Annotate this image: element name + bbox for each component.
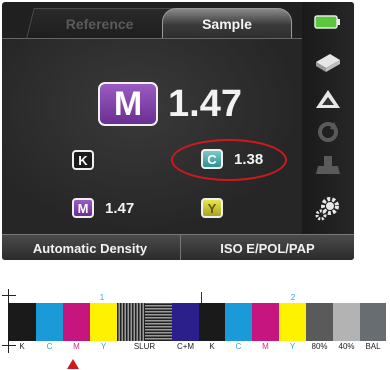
selected-patch-marker-icon (67, 359, 79, 369)
paper-tray-icon[interactable] (312, 48, 344, 76)
tab-reference-label: Reference (66, 15, 134, 32)
color-patch (90, 303, 117, 341)
color-patch (117, 303, 172, 341)
stamp-icon[interactable] (312, 152, 344, 180)
channel-k-badge[interactable]: K (72, 150, 94, 170)
color-patch (306, 303, 333, 341)
color-patch-label: K (19, 342, 25, 351)
channel-y-badge[interactable]: Y (201, 198, 223, 218)
measure-mode-button[interactable]: Automatic Density (2, 235, 178, 260)
color-patch-label: 40% (338, 342, 355, 351)
delta-icon[interactable] (312, 86, 344, 114)
color-patch-label: M (262, 342, 269, 351)
battery-icon (314, 15, 340, 29)
color-patch-label: C (235, 342, 242, 351)
color-patch (172, 303, 199, 341)
color-patch-label: Y (100, 342, 107, 351)
color-patch (8, 303, 36, 341)
color-patch-label: K (209, 342, 215, 351)
color-patch (36, 303, 63, 341)
sync-icon[interactable] (312, 118, 344, 146)
colorbar-index-label: 1 (99, 293, 105, 302)
color-patch (279, 303, 306, 341)
tab-sample[interactable]: Sample (162, 8, 292, 38)
channel-m-value: 1.47 (105, 200, 135, 217)
device-screen: Reference Sample M 1.47 K C 1.38 M 1.47 … (2, 2, 354, 260)
colorbar-index-label: 2 (290, 293, 296, 302)
color-patch (360, 303, 386, 341)
color-patch-label: C (46, 342, 53, 351)
color-patch (252, 303, 279, 341)
color-patch-label: 80% (311, 342, 328, 351)
channel-m-badge[interactable]: M (72, 198, 94, 218)
tab-bar: Reference Sample (2, 2, 302, 38)
color-bar (8, 303, 390, 341)
gear-icon[interactable] (312, 194, 344, 222)
color-patch-label: M (73, 342, 80, 351)
registration-mark-icon (2, 289, 16, 303)
standard-button[interactable]: ISO E/POL/PAP (180, 235, 354, 260)
color-patch (333, 303, 360, 341)
color-patch-label: Y (289, 342, 296, 351)
highlight-ring-annotation (171, 139, 287, 181)
registration-mark-icon (2, 339, 16, 353)
color-patch (199, 303, 225, 341)
measurement-panel (2, 38, 302, 234)
primary-channel-badge: M (98, 82, 158, 126)
color-patch-label: C+M (176, 342, 195, 351)
primary-density-value: 1.47 (168, 83, 242, 125)
footer-bar: Automatic Density ISO E/POL/PAP (2, 234, 354, 260)
color-patch (63, 303, 90, 341)
tab-sample-label: Sample (202, 15, 252, 32)
tab-reference[interactable]: Reference (26, 8, 174, 38)
color-patch (225, 303, 252, 341)
color-patch-label: SLUR (133, 342, 156, 351)
color-patch-label: BAL (365, 342, 381, 351)
